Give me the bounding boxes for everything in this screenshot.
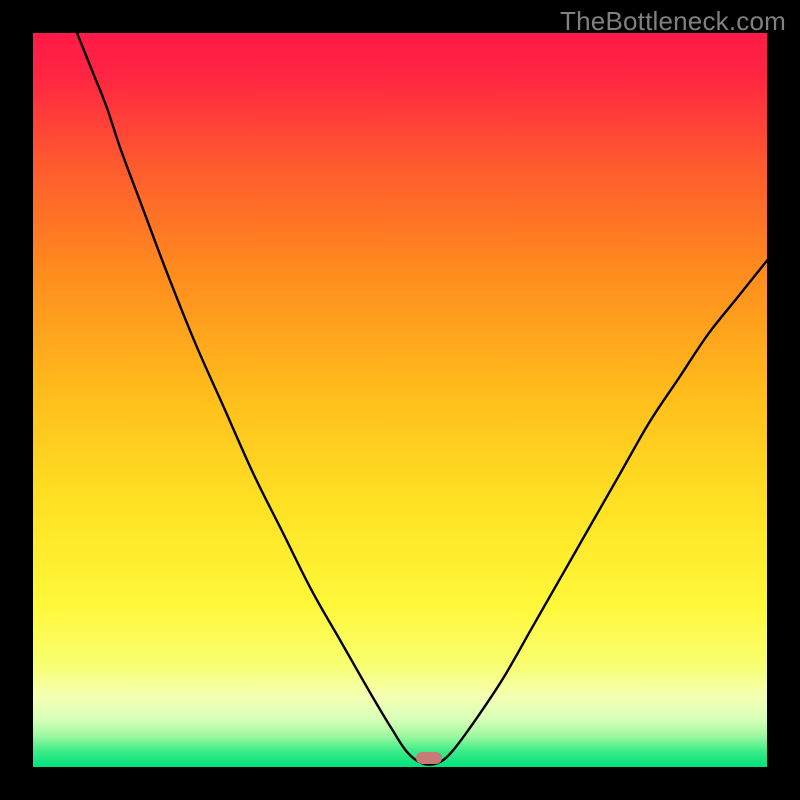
chart-frame: TheBottleneck.com xyxy=(0,0,800,800)
gradient-background xyxy=(33,33,767,767)
plot-svg xyxy=(33,33,767,767)
optimum-marker xyxy=(416,752,442,764)
plot-area xyxy=(33,33,767,767)
